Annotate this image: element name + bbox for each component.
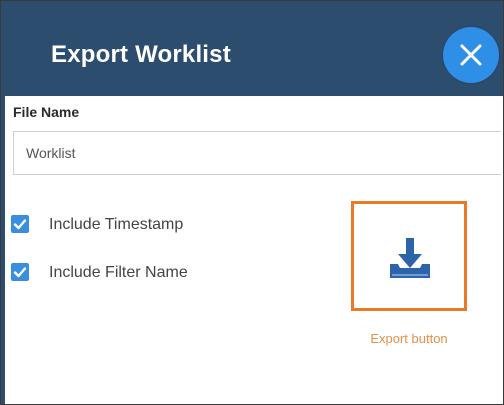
include-filter-name-checkbox[interactable] — [11, 263, 29, 281]
file-name-input[interactable] — [13, 131, 501, 175]
dialog-title: Export Worklist — [51, 41, 231, 68]
download-tray-icon — [390, 238, 430, 278]
include-timestamp-label: Include Timestamp — [49, 216, 184, 233]
close-icon — [460, 44, 482, 66]
dialog-left-border — [1, 96, 5, 404]
export-button-caption: Export button — [370, 331, 448, 346]
export-button[interactable] — [351, 201, 467, 311]
export-worklist-dialog: Export Worklist File Name Include Timest… — [0, 0, 504, 405]
checkmark-icon — [13, 267, 27, 278]
checkmark-icon — [13, 219, 27, 230]
file-name-label: File Name — [13, 104, 80, 120]
include-filter-name-label: Include Filter Name — [49, 264, 188, 281]
dialog-header: Export Worklist — [1, 1, 503, 96]
include-timestamp-checkbox[interactable] — [11, 215, 29, 233]
close-button[interactable] — [443, 27, 499, 83]
